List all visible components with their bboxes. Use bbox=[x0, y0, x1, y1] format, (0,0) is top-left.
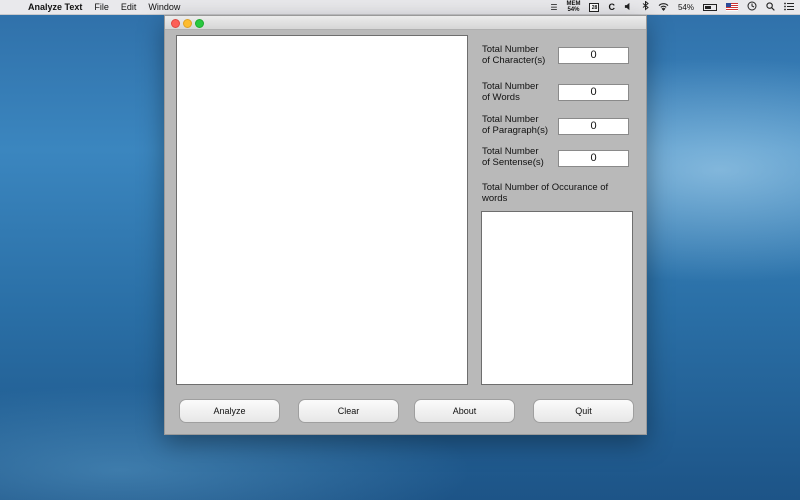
memory-value: 54% bbox=[567, 7, 580, 13]
bluetooth-icon[interactable] bbox=[642, 0, 649, 13]
flag-icon[interactable] bbox=[726, 3, 738, 11]
occurrence-list[interactable] bbox=[481, 211, 633, 385]
sentences-count-field[interactable]: 0 bbox=[558, 150, 629, 167]
list-icon[interactable]: ☰ bbox=[550, 3, 557, 12]
about-button[interactable]: About bbox=[414, 399, 515, 423]
characters-label: Total Number of Character(s) bbox=[482, 44, 546, 66]
volume-icon[interactable] bbox=[624, 2, 633, 13]
words-count-field[interactable]: 0 bbox=[558, 84, 629, 101]
analyze-text-window: Total Number of Character(s) 0 Total Num… bbox=[164, 15, 647, 435]
title-bar[interactable] bbox=[165, 16, 646, 30]
quit-button[interactable]: Quit bbox=[533, 399, 634, 423]
menu-edit[interactable]: Edit bbox=[121, 2, 137, 12]
menu-window[interactable]: Window bbox=[148, 2, 180, 12]
clear-button[interactable]: Clear bbox=[298, 399, 399, 423]
characters-count-field[interactable]: 0 bbox=[558, 47, 629, 64]
menu-file[interactable]: File bbox=[94, 2, 109, 12]
c-status[interactable]: C bbox=[608, 2, 615, 12]
paragraphs-label: Total Number of Paragraph(s) bbox=[482, 114, 549, 136]
wifi-icon[interactable] bbox=[658, 2, 669, 13]
occurrence-label: Total Number of Occurance of words bbox=[482, 182, 609, 204]
sentences-label: Total Number of Sentense(s) bbox=[482, 146, 544, 168]
battery-percent[interactable]: 54% bbox=[678, 3, 694, 12]
battery-icon[interactable] bbox=[703, 3, 717, 11]
menu-icon[interactable] bbox=[784, 2, 794, 13]
app-menu[interactable]: Analyze Text bbox=[28, 2, 82, 12]
memory-status[interactable]: MEM 54% bbox=[566, 1, 580, 13]
minimize-icon[interactable] bbox=[183, 19, 192, 28]
maximize-icon[interactable] bbox=[195, 19, 204, 28]
paragraphs-count-field[interactable]: 0 bbox=[558, 118, 629, 135]
clock-icon[interactable] bbox=[747, 1, 757, 13]
menu-bar: Analyze Text File Edit Window ☰ MEM 54% … bbox=[0, 0, 800, 15]
words-label: Total Number of Words bbox=[482, 81, 539, 103]
close-icon[interactable] bbox=[171, 19, 180, 28]
search-icon[interactable] bbox=[766, 1, 775, 13]
calendar-icon[interactable]: 28 bbox=[589, 2, 600, 12]
analyze-button[interactable]: Analyze bbox=[179, 399, 280, 423]
input-text-area[interactable] bbox=[176, 35, 468, 385]
